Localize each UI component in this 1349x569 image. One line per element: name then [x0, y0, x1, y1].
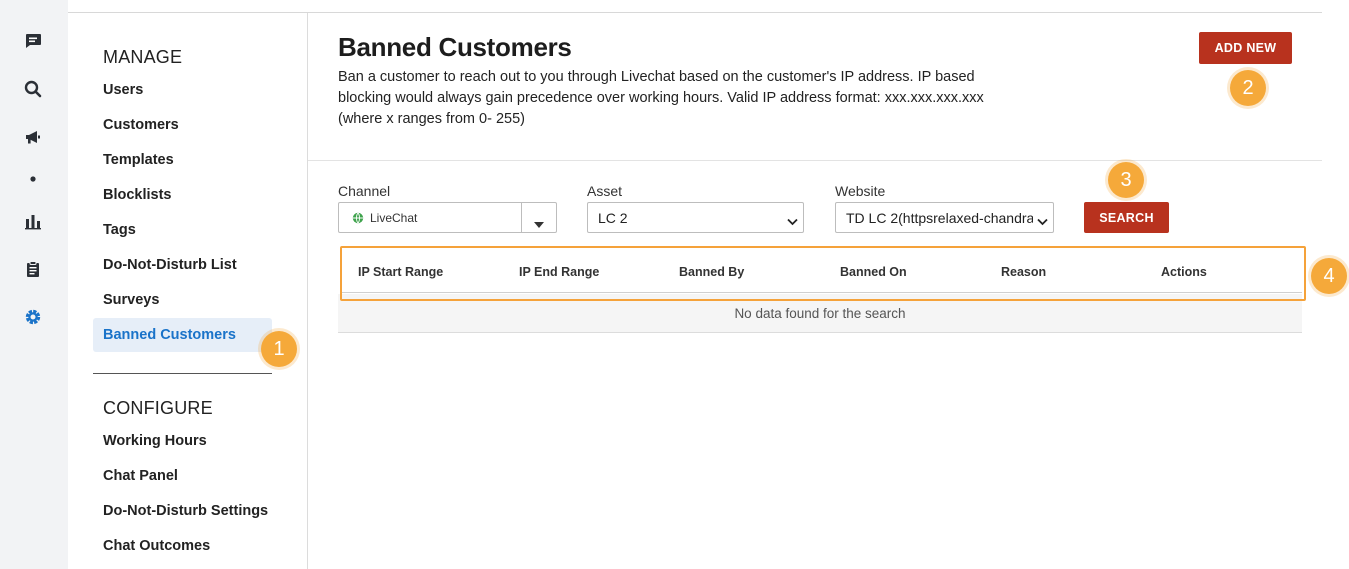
nav-item-dnd-list[interactable]: Do-Not-Disturb List — [103, 257, 237, 273]
manage-section-title: MANAGE — [103, 47, 183, 67]
channel-select-value: LiveChat — [370, 211, 418, 225]
search-icon[interactable] — [22, 78, 44, 100]
settings-nav: MANAGE Users Customers Templates Blockli… — [68, 13, 308, 569]
website-select[interactable]: TD LC 2(httpsrelaxed-chandra — [835, 202, 1054, 233]
asset-select[interactable]: LC 2 — [587, 202, 804, 233]
website-label: Website — [835, 183, 886, 199]
channel-select-separator — [521, 203, 522, 232]
nav-item-banned-customers[interactable]: Banned Customers — [93, 318, 272, 352]
globe-icon — [352, 211, 364, 227]
website-select-value: TD LC 2(httpsrelaxed-chandra — [846, 210, 1033, 226]
callout-badge-1: 1 — [261, 331, 297, 367]
nav-item-chat-panel[interactable]: Chat Panel — [103, 468, 178, 484]
nav-item-working-hours[interactable]: Working Hours — [103, 433, 207, 449]
header-divider — [308, 160, 1322, 161]
asset-label: Asset — [587, 183, 623, 199]
nav-item-banned-customers-label: Banned Customers — [103, 327, 236, 343]
nav-item-surveys[interactable]: Surveys — [103, 292, 159, 308]
callout-badge-2: 2 — [1230, 70, 1266, 106]
nav-item-dnd-settings[interactable]: Do-Not-Disturb Settings — [103, 503, 268, 519]
gear-icon[interactable] — [22, 306, 44, 328]
nav-item-chat-outcomes[interactable]: Chat Outcomes — [103, 538, 210, 554]
configure-section-title: CONFIGURE — [103, 398, 213, 418]
page-title: Banned Customers — [338, 32, 572, 62]
nav-item-tags[interactable]: Tags — [103, 222, 136, 238]
chevron-down-icon — [1037, 213, 1048, 229]
callout-badge-4: 4 — [1311, 258, 1347, 294]
channel-select[interactable]: LiveChat — [338, 202, 557, 233]
table-header-highlight — [340, 246, 1306, 301]
megaphone-icon[interactable] — [22, 126, 44, 148]
nav-item-templates[interactable]: Templates — [103, 152, 174, 168]
search-button[interactable]: SEARCH — [1084, 202, 1169, 233]
clipboard-icon[interactable] — [22, 258, 44, 280]
add-new-button[interactable]: ADD NEW — [1199, 32, 1292, 64]
callout-badge-3: 3 — [1108, 162, 1144, 198]
chevron-down-icon — [787, 213, 798, 229]
chevron-down-icon[interactable] — [534, 215, 544, 231]
icon-rail — [0, 0, 68, 569]
dot-icon — [22, 168, 44, 190]
nav-item-users[interactable]: Users — [103, 82, 143, 98]
channel-label: Channel — [338, 183, 391, 199]
nav-item-customers[interactable]: Customers — [103, 117, 179, 133]
nav-divider — [93, 373, 272, 374]
asset-select-value: LC 2 — [598, 210, 628, 226]
bar-chart-icon[interactable] — [22, 210, 44, 232]
nav-item-blocklists[interactable]: Blocklists — [103, 187, 172, 203]
chat-icon[interactable] — [22, 30, 44, 52]
page-description: Ban a customer to reach out to you throu… — [338, 69, 984, 127]
